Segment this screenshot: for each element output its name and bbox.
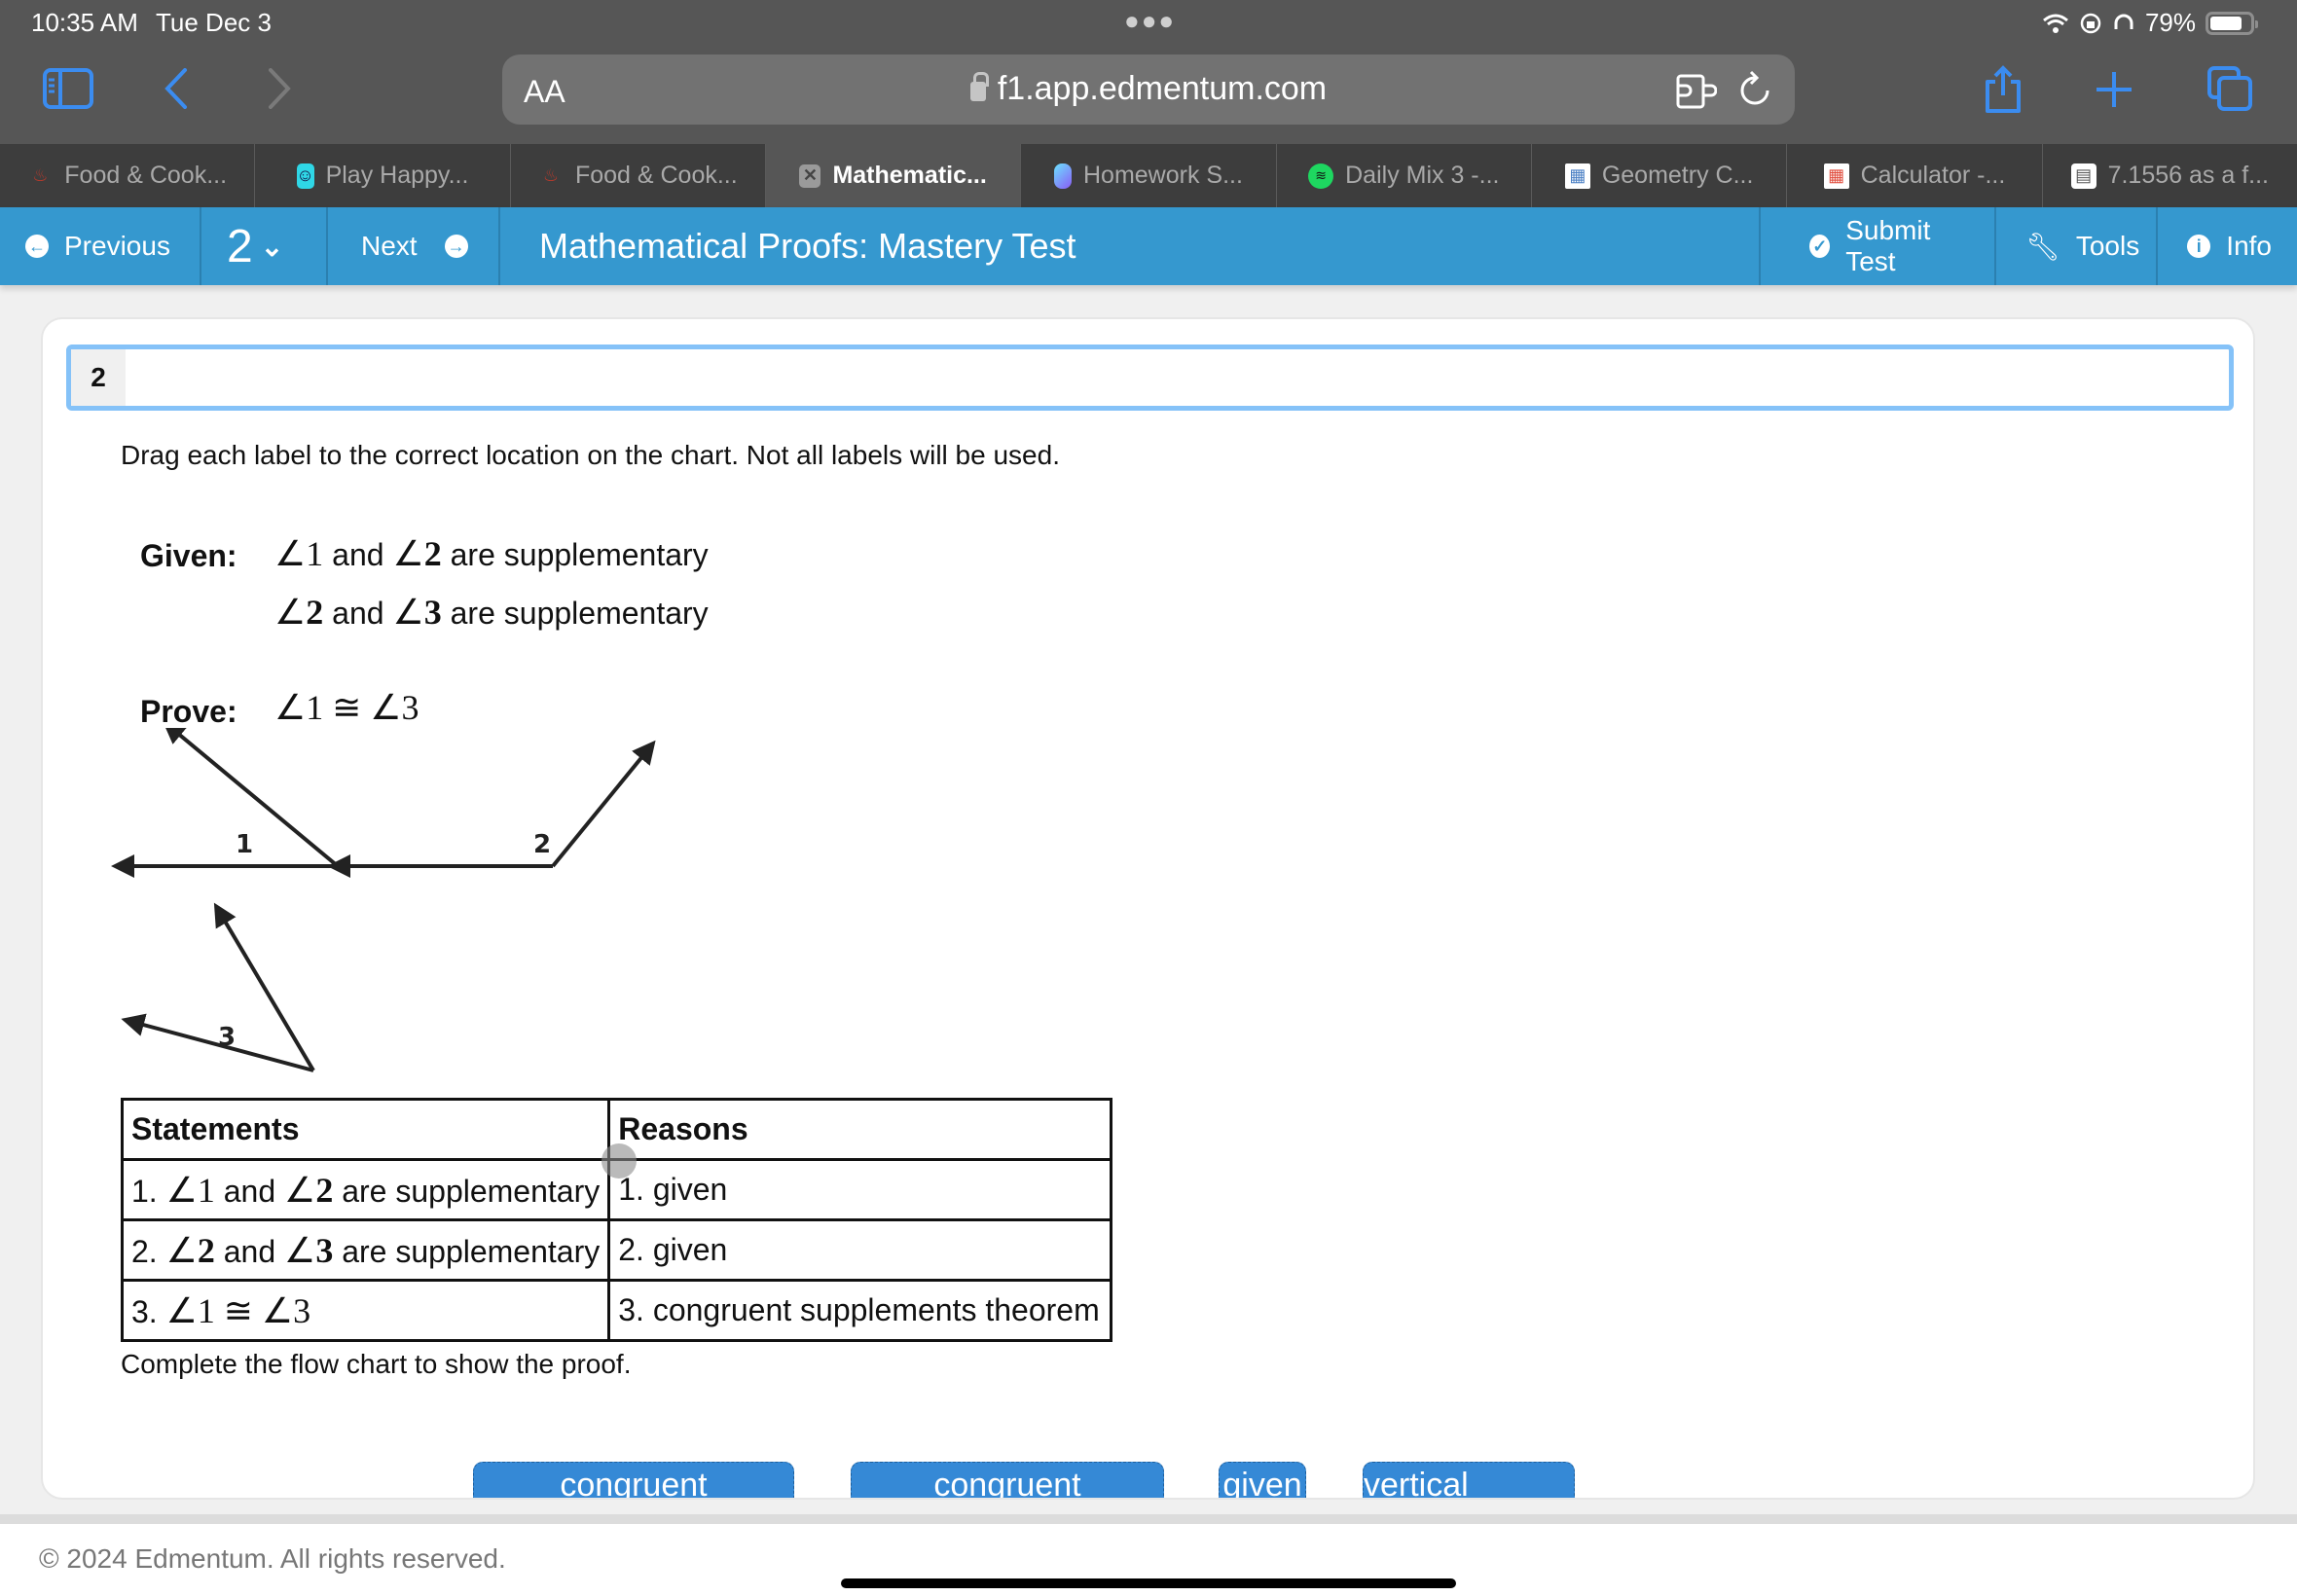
question-card: 2 Drag each label to the correct locatio…: [41, 317, 2255, 1500]
status-time: 10:35 AM: [31, 8, 138, 37]
drag-label-given[interactable]: given: [1219, 1462, 1306, 1498]
home-indicator[interactable]: [841, 1578, 1456, 1588]
given-statement-2: ∠2 and ∠3 are supplementary: [274, 593, 709, 632]
page-title: Mathematical Proofs: Mastery Test: [539, 226, 1076, 266]
headphones-icon: [2114, 14, 2133, 29]
tab-mathematics[interactable]: ✕ Mathematic...: [765, 144, 1022, 207]
arrow-right-circle-icon: →: [444, 235, 468, 258]
tab-food-cooking-1[interactable]: ♨ Food & Cook...: [0, 144, 256, 207]
chevron-down-icon: ⌄: [260, 231, 284, 262]
tab-homework[interactable]: Homework S...: [1021, 144, 1277, 207]
crystal-favicon-icon: [1054, 163, 1072, 189]
tab-food-cooking-2[interactable]: ♨ Food & Cook...: [511, 144, 766, 207]
url-field[interactable]: f1.app.edmentum.com: [502, 70, 1795, 108]
rotation-lock-icon: [2080, 13, 2101, 33]
reasons-header: Reasons: [607, 1098, 1113, 1161]
statement-cell: 2. ∠2 and ∠3 are supplementary: [120, 1218, 611, 1282]
spotify-icon: ≋: [1308, 163, 1334, 189]
tab-geometry-calculator[interactable]: ▦ Geometry C...: [1532, 144, 1788, 207]
reason-cell: 3. congruent supplements theorem: [607, 1279, 1113, 1342]
new-tab-icon[interactable]: [2095, 70, 2133, 109]
statements-header: Statements: [120, 1098, 611, 1161]
forward-icon[interactable]: [267, 68, 292, 109]
prove-label: Prove:: [140, 694, 237, 729]
food-favicon-icon: ♨: [32, 165, 49, 185]
angle-2-label: 2: [533, 830, 551, 859]
prove-statement: ∠1 ≅ ∠3: [274, 688, 419, 727]
statement-cell: 1. ∠1 and ∠2 are supplementary: [120, 1158, 611, 1221]
angle-1-label: 1: [236, 830, 253, 859]
drag-label-vertical-angles[interactable]: vertical angles: [1363, 1462, 1575, 1498]
previous-button[interactable]: ← Previous: [0, 207, 201, 285]
flowchart-instruction: Complete the flow chart to show the proo…: [121, 1349, 632, 1379]
question-selector[interactable]: 2 ⌄: [201, 207, 328, 285]
tab-calculator[interactable]: ▦ Calculator -...: [1787, 144, 2043, 207]
info-button[interactable]: i Info: [2158, 207, 2297, 285]
status-indicators: 79%: [2042, 8, 2258, 38]
share-icon[interactable]: [1982, 64, 2024, 115]
status-date: Tue Dec 3: [156, 8, 272, 37]
question-number: 2: [71, 349, 126, 406]
touch-cursor: [602, 1143, 637, 1179]
battery-icon: [2206, 11, 2258, 35]
tab-play-happy[interactable]: ☺ Play Happy...: [255, 144, 511, 207]
battery-percent: 79%: [2144, 8, 2196, 37]
multitasking-dots-icon[interactable]: ●●●: [1124, 6, 1176, 36]
tab-bar: ♨ Food & Cook... ☺ Play Happy... ♨ Food & C…: [0, 144, 2297, 207]
url-text: f1.app.edmentum.com: [997, 70, 1328, 107]
browser-chrome: 10:35 AM Tue Dec 3 ●●● 79% AA f1.app.edm…: [0, 0, 2297, 144]
calculator-icon: ▤: [2070, 163, 2096, 189]
question-header: 2: [66, 345, 2234, 411]
back-icon[interactable]: [164, 68, 189, 109]
address-bar[interactable]: AA f1.app.edmentum.com: [502, 54, 1795, 125]
copyright: © 2024 Edmentum. All rights reserved.: [39, 1543, 506, 1574]
close-icon[interactable]: ✕: [799, 163, 821, 188]
reload-icon[interactable]: [1738, 70, 1771, 109]
food-favicon-icon: ♨: [542, 165, 559, 185]
test-navigation-bar: ← Previous 2 ⌄ Next → Mathematical Proofs: …: [0, 207, 2297, 285]
table-row: 3. ∠1 ≅ ∠3 3. congruent supplements theo…: [120, 1279, 1113, 1342]
next-button[interactable]: Next →: [328, 207, 500, 285]
given-label: Given:: [140, 538, 237, 573]
tab-fraction[interactable]: ▤ 7.1556 as a f...: [2043, 144, 2297, 207]
tab-overview-icon[interactable]: [2207, 66, 2252, 111]
reason-cell: 1. given: [607, 1158, 1113, 1221]
cup-favicon-icon: ☺: [296, 163, 314, 189]
instructions: Drag each label to the correct location …: [121, 440, 1060, 470]
statement-cell: 3. ∠1 ≅ ∠3: [120, 1279, 611, 1342]
given-statement-1: ∠1 and ∠2 are supplementary: [274, 534, 709, 573]
drag-label-congruent-1[interactable]: congruent: [473, 1462, 794, 1498]
check-circle-icon: ✓: [1809, 235, 1831, 258]
calculator-icon: ▦: [1823, 163, 1849, 189]
info-circle-icon: i: [2187, 235, 2211, 258]
proof-table: Statements Reasons 1. ∠1 and ∠2 are supp…: [120, 1098, 1113, 1342]
tab-daily-mix[interactable]: ≋ Daily Mix 3 -...: [1277, 144, 1532, 207]
footer: © 2024 Edmentum. All rights reserved.: [0, 1514, 2297, 1596]
sidebar-icon[interactable]: [43, 68, 93, 109]
angle-2-ray-diagonal: [551, 740, 656, 868]
extension-icon[interactable]: [1676, 74, 1717, 109]
angle-3-label: 3: [218, 1023, 236, 1052]
reason-cell: 2. given: [607, 1218, 1113, 1282]
table-row: 2. ∠2 and ∠3 are supplementary 2. given: [120, 1218, 1113, 1282]
tools-button[interactable]: 🔧︎ Tools: [1996, 207, 2159, 285]
angle-1-ray-diagonal: [162, 728, 340, 868]
wifi-icon: [2042, 14, 2068, 33]
arrow-left-circle-icon: ←: [25, 235, 49, 258]
angle-diagram: 1 2 3: [111, 728, 656, 1072]
drag-label-congruent-2[interactable]: congruent: [851, 1462, 1164, 1498]
lock-icon: [969, 72, 989, 101]
submit-test-button[interactable]: ✓ Submit Test: [1759, 207, 1997, 285]
wrench-icon: 🔧︎: [2025, 231, 2060, 262]
calculator-icon: ▦: [1564, 163, 1590, 189]
